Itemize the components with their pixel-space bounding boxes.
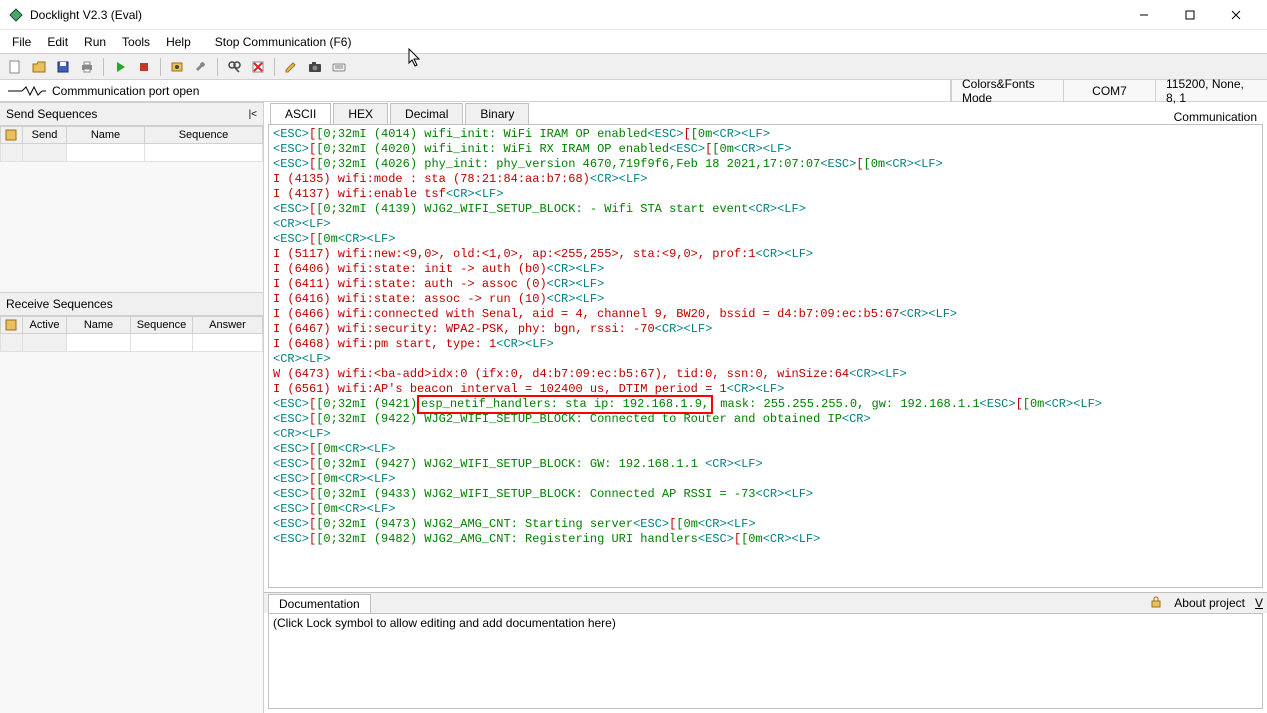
log-line: I (6467) wifi:security: WPA2-PSK, phy: b… bbox=[273, 322, 1258, 337]
log-line: <ESC>[[0;32mI (4020) wifi_init: WiFi RX … bbox=[273, 142, 1258, 157]
log-line: I (6468) wifi:pm start, type: 1<CR><LF> bbox=[273, 337, 1258, 352]
save-icon[interactable] bbox=[52, 56, 74, 78]
lock-icon[interactable] bbox=[1150, 596, 1164, 610]
tab-binary[interactable]: Binary bbox=[465, 103, 529, 124]
menu-edit[interactable]: Edit bbox=[39, 32, 76, 52]
send-col-sequence[interactable]: Sequence bbox=[145, 127, 263, 144]
documentation-placeholder: (Click Lock symbol to allow editing and … bbox=[273, 616, 616, 630]
collapse-icon[interactable]: |< bbox=[249, 109, 257, 120]
stop-communication[interactable]: Stop Communication (F6) bbox=[207, 32, 360, 52]
port-status-label: Commmunication port open bbox=[52, 84, 199, 98]
log-line: I (6406) wifi:state: init -> auth (b0)<C… bbox=[273, 262, 1258, 277]
log-line: <ESC>[[0;32mI (4139) WJG2_WIFI_SETUP_BLO… bbox=[273, 202, 1258, 217]
menu-tools[interactable]: Tools bbox=[114, 32, 158, 52]
menu-run[interactable]: Run bbox=[76, 32, 114, 52]
close-button[interactable] bbox=[1213, 0, 1259, 30]
recv-col-sequence[interactable]: Sequence bbox=[131, 317, 193, 334]
menu-file[interactable]: File bbox=[4, 32, 39, 52]
log-line: <ESC>[[0m<CR><LF> bbox=[273, 472, 1258, 487]
print-icon[interactable] bbox=[76, 56, 98, 78]
title-bar: Docklight V2.3 (Eval) bbox=[0, 0, 1267, 30]
log-line: <ESC>[[0;32mI (9422) WJG2_WIFI_SETUP_BLO… bbox=[273, 412, 1258, 427]
menu-help[interactable]: Help bbox=[158, 32, 199, 52]
toolbar bbox=[0, 54, 1267, 80]
log-line: I (6466) wifi:connected with Senal, aid … bbox=[273, 307, 1258, 322]
clear-icon[interactable] bbox=[247, 56, 269, 78]
minimize-button[interactable] bbox=[1121, 0, 1167, 30]
table-row[interactable] bbox=[1, 144, 263, 162]
left-panel: Send Sequences |< Send Name Sequence Rec… bbox=[0, 102, 264, 713]
documentation-section: Documentation About project V (Click Loc… bbox=[264, 592, 1267, 713]
log-line: <ESC>[[0;32mI (9433) WJG2_WIFI_SETUP_BLO… bbox=[273, 487, 1258, 502]
keyboard-icon[interactable] bbox=[328, 56, 350, 78]
receive-sequences-header: Receive Sequences bbox=[0, 292, 263, 316]
log-line: <ESC>[[0m<CR><LF> bbox=[273, 232, 1258, 247]
send-sequences-header: Send Sequences |< bbox=[0, 102, 263, 126]
receive-sequences-table: Active Name Sequence Answer bbox=[0, 316, 263, 352]
recv-col-name[interactable]: Name bbox=[67, 317, 131, 334]
log-line: <ESC>[[0;32mI (9482) WJG2_AMG_CNT: Regis… bbox=[273, 532, 1258, 547]
log-line: <ESC>[[0;32mI (9473) WJG2_AMG_CNT: Start… bbox=[273, 517, 1258, 532]
serial-settings-cell[interactable]: 115200, None, 8, 1 bbox=[1155, 80, 1267, 101]
window-title: Docklight V2.3 (Eval) bbox=[30, 8, 1121, 22]
send-col-send[interactable]: Send bbox=[23, 127, 67, 144]
recv-col-icon bbox=[1, 317, 23, 334]
open-icon[interactable] bbox=[28, 56, 50, 78]
toolbar-separator bbox=[160, 58, 161, 76]
log-line: <CR><LF> bbox=[273, 427, 1258, 442]
log-line: I (6411) wifi:state: auth -> assoc (0)<C… bbox=[273, 277, 1258, 292]
log-line: <ESC>[[0;32mI (9427) WJG2_WIFI_SETUP_BLO… bbox=[273, 457, 1258, 472]
find-icon[interactable] bbox=[223, 56, 245, 78]
toolbar-separator bbox=[274, 58, 275, 76]
log-line: W (6473) wifi:<ba-add>idx:0 (ifx:0, d4:b… bbox=[273, 367, 1258, 382]
log-line: <ESC>[[0;32mI (4026) phy_init: phy_versi… bbox=[273, 157, 1258, 172]
documentation-body[interactable]: (Click Lock symbol to allow editing and … bbox=[268, 613, 1263, 709]
log-line: <ESC>[[0;32mI (9421) esp_netif_handlers:… bbox=[273, 397, 1258, 412]
app-icon bbox=[8, 7, 24, 23]
tab-ascii[interactable]: ASCII bbox=[270, 103, 331, 124]
maximize-button[interactable] bbox=[1167, 0, 1213, 30]
toolbar-separator bbox=[103, 58, 104, 76]
status-row: Commmunication port open Colors&Fonts Mo… bbox=[0, 80, 1267, 102]
settings-icon[interactable] bbox=[166, 56, 188, 78]
log-line: I (4137) wifi:enable tsf<CR><LF> bbox=[273, 187, 1258, 202]
tab-hex[interactable]: HEX bbox=[333, 103, 388, 124]
communication-output[interactable]: <ESC>[[0;32mI (4014) wifi_init: WiFi IRA… bbox=[268, 124, 1263, 588]
edit-icon[interactable] bbox=[280, 56, 302, 78]
port-cell[interactable]: COM7 bbox=[1063, 80, 1155, 101]
log-line: <CR><LF> bbox=[273, 352, 1258, 367]
log-line: <ESC>[[0m<CR><LF> bbox=[273, 442, 1258, 457]
send-col-name[interactable]: Name bbox=[67, 127, 145, 144]
connection-icon bbox=[6, 85, 46, 97]
new-icon[interactable] bbox=[4, 56, 26, 78]
stop-icon[interactable] bbox=[133, 56, 155, 78]
recv-col-answer[interactable]: Answer bbox=[193, 317, 263, 334]
log-line: I (5117) wifi:new:<9,0>, old:<1,0>, ap:<… bbox=[273, 247, 1258, 262]
table-row[interactable] bbox=[1, 334, 263, 352]
log-line: I (6416) wifi:state: assoc -> run (10)<C… bbox=[273, 292, 1258, 307]
output-tabs-row: ASCII HEX Decimal Binary Communication bbox=[264, 102, 1267, 124]
communication-label: Communication bbox=[1174, 110, 1267, 124]
snapshot-icon[interactable] bbox=[304, 56, 326, 78]
version-link[interactable]: V bbox=[1255, 596, 1263, 610]
tab-documentation[interactable]: Documentation bbox=[268, 594, 371, 613]
tab-decimal[interactable]: Decimal bbox=[390, 103, 463, 124]
log-line: I (4135) wifi:mode : sta (78:21:84:aa:b7… bbox=[273, 172, 1258, 187]
recv-col-active[interactable]: Active bbox=[23, 317, 67, 334]
colors-mode-cell[interactable]: Colors&Fonts Mode bbox=[951, 80, 1063, 101]
about-project-link[interactable]: About project bbox=[1174, 596, 1245, 610]
menu-bar: File Edit Run Tools Help Stop Communicat… bbox=[0, 30, 1267, 54]
right-panel: ASCII HEX Decimal Binary Communication <… bbox=[264, 102, 1267, 713]
play-icon[interactable] bbox=[109, 56, 131, 78]
wrench-icon[interactable] bbox=[190, 56, 212, 78]
send-col-icon bbox=[1, 127, 23, 144]
log-line: <CR><LF> bbox=[273, 217, 1258, 232]
log-line: <ESC>[[0;32mI (4014) wifi_init: WiFi IRA… bbox=[273, 127, 1258, 142]
toolbar-separator bbox=[217, 58, 218, 76]
send-sequences-table: Send Name Sequence bbox=[0, 126, 263, 162]
log-line: <ESC>[[0m<CR><LF> bbox=[273, 502, 1258, 517]
